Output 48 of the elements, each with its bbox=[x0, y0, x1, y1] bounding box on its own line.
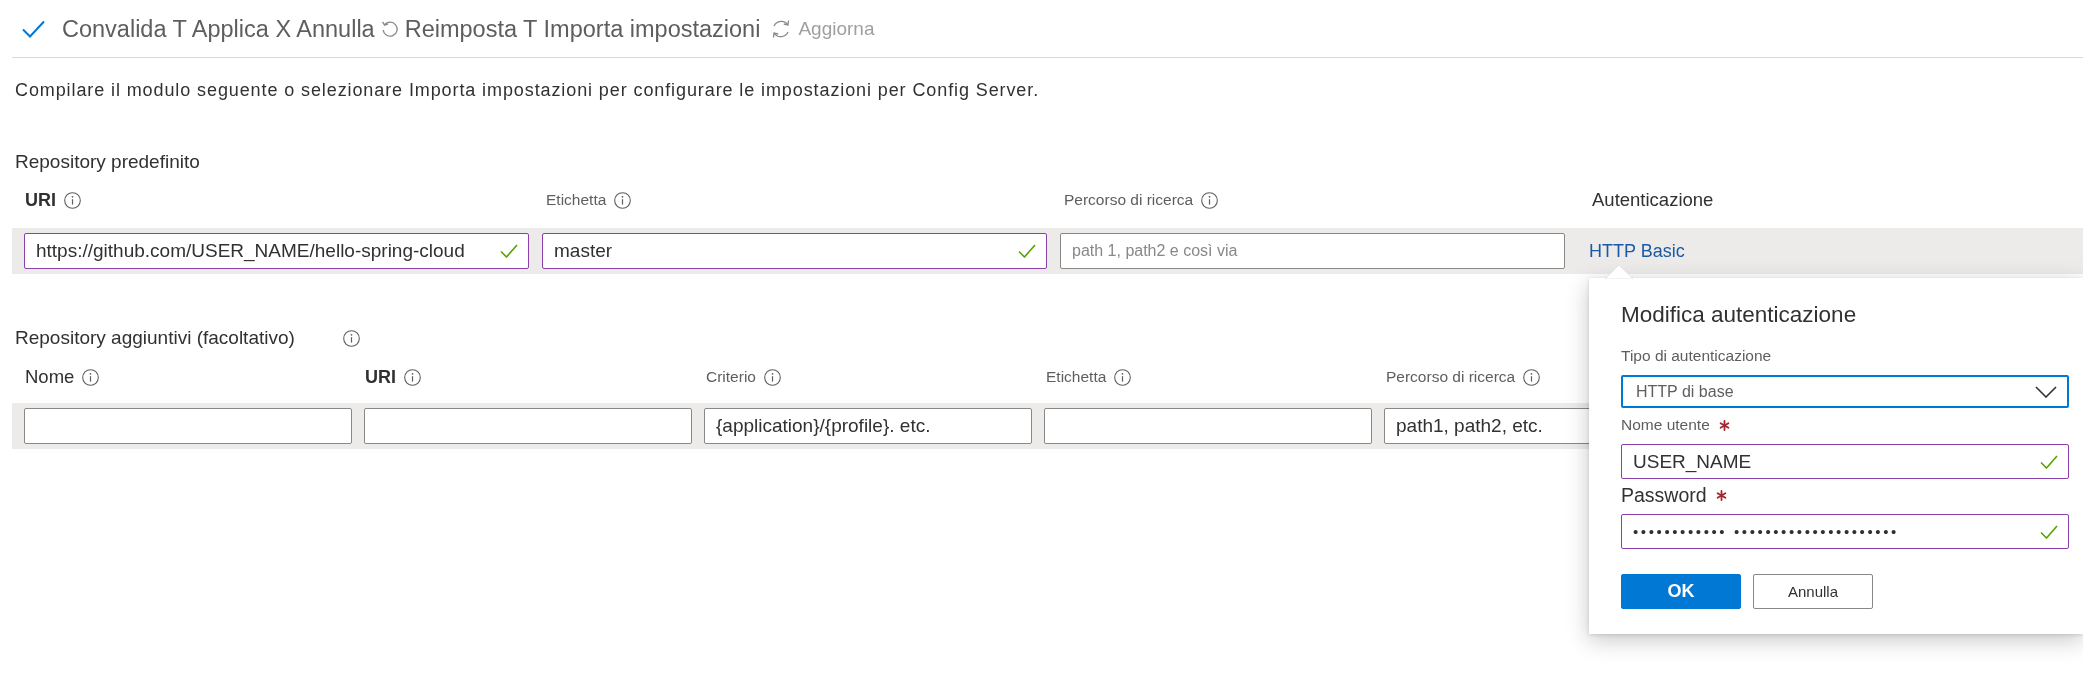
info-icon[interactable] bbox=[404, 368, 421, 386]
toolbar-actions[interactable]: Convalida T Applica X Annulla bbox=[62, 14, 375, 43]
input-field[interactable]: {application}/{profile}. etc. bbox=[704, 408, 1032, 444]
password-field[interactable]: •••••••••••• ••••••••••••••••••••• bbox=[1621, 514, 2069, 549]
info-icon[interactable] bbox=[82, 368, 100, 386]
input-field[interactable]: USER_NAME bbox=[1621, 444, 2069, 479]
toolbar-actions[interactable]: Reimposta T Importa impostazioni bbox=[404, 14, 761, 43]
column-label: Autenticazione bbox=[1592, 189, 1714, 211]
check-icon bbox=[2040, 524, 2058, 539]
info-icon[interactable] bbox=[1114, 368, 1132, 386]
input-field[interactable] bbox=[364, 408, 692, 444]
column-label: Criterio bbox=[706, 367, 756, 387]
input-field[interactable] bbox=[24, 408, 352, 444]
info-icon[interactable] bbox=[342, 329, 360, 347]
info-icon[interactable] bbox=[763, 368, 781, 386]
column-label: URI bbox=[365, 366, 396, 388]
input-field[interactable]: master bbox=[542, 233, 1047, 269]
auth-link[interactable]: HTTP Basic bbox=[1589, 240, 1685, 262]
info-icon[interactable] bbox=[1201, 191, 1219, 209]
cancel-button[interactable]: Annulla bbox=[1753, 574, 1873, 609]
section-title: Repository aggiuntivi (facoltativo) bbox=[15, 327, 295, 349]
input-field[interactable]: https://github.com/USER_NAME/hello-spring-cloud bbox=[24, 233, 529, 269]
input-field[interactable]: path 1, path2 e così via bbox=[1060, 233, 1565, 269]
section-title: Repository predefinito bbox=[15, 151, 200, 173]
field-label: Password bbox=[1621, 484, 1707, 506]
check-icon bbox=[1018, 244, 1036, 258]
field-label: Nome utente bbox=[1621, 416, 1710, 434]
checkmark-icon[interactable] bbox=[22, 19, 45, 38]
popup-title: Modifica autenticazione bbox=[1621, 302, 1858, 328]
column-label: URI bbox=[25, 189, 56, 211]
column-label: Etichetta bbox=[1046, 367, 1107, 387]
check-icon bbox=[500, 244, 518, 258]
info-icon[interactable] bbox=[614, 191, 632, 209]
reset-icon[interactable] bbox=[380, 19, 399, 38]
ok-button[interactable]: OK bbox=[1621, 574, 1741, 609]
input-field[interactable] bbox=[1044, 408, 1372, 444]
input-field[interactable]: path1, path2, etc. bbox=[1384, 408, 1592, 444]
column-label: Percorso di ricerca bbox=[1386, 367, 1516, 387]
description-text: Compilare il modulo seguente o selezionare Importa impostazioni per configurare le impostazioni per Config Server. bbox=[15, 80, 1040, 100]
chevron-down-icon bbox=[2035, 385, 2057, 398]
column-label: Etichetta bbox=[546, 190, 607, 210]
column-label: Nome bbox=[25, 366, 75, 388]
check-icon bbox=[2040, 454, 2058, 469]
column-label: Percorso di ricerca bbox=[1064, 190, 1194, 210]
field-label: Tipo di autenticazione bbox=[1621, 347, 1772, 365]
info-icon[interactable] bbox=[64, 191, 81, 209]
auth-type-dropdown[interactable]: HTTP di base bbox=[1621, 375, 2069, 408]
info-icon[interactable] bbox=[1523, 368, 1541, 386]
